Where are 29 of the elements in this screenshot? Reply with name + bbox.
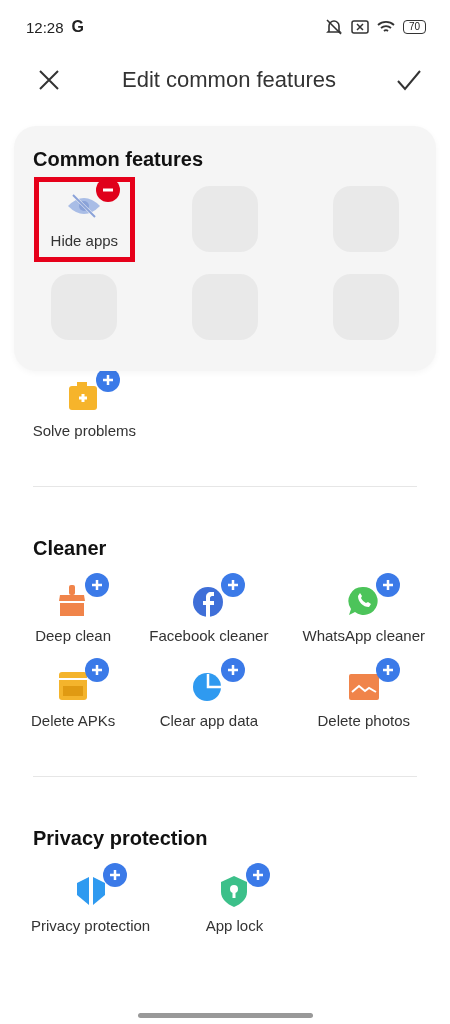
- feature-label: Hide apps: [50, 231, 119, 249]
- add-icon[interactable]: [220, 658, 245, 682]
- feature-label: Facebook cleaner: [149, 627, 269, 644]
- feature-label: Delete APKs: [31, 712, 116, 729]
- muted-bell-icon: [324, 19, 343, 35]
- add-icon[interactable]: [85, 658, 110, 682]
- feature-label: App lock: [205, 917, 264, 934]
- add-icon[interactable]: [220, 573, 245, 597]
- feature-label: Privacy protection: [31, 917, 151, 934]
- add-icon[interactable]: [375, 573, 400, 597]
- status-time: 12:28: [26, 18, 64, 36]
- feature-label: Solve problems: [32, 422, 136, 439]
- battery-indicator: 70: [402, 20, 426, 34]
- feature-label: Delete photos: [317, 712, 411, 729]
- add-icon[interactable]: [375, 658, 400, 682]
- add-icon[interactable]: [102, 863, 127, 887]
- section-title: Cleaner: [32, 537, 108, 560]
- feature-label: Clear app data: [159, 712, 259, 729]
- remove-icon[interactable]: [96, 177, 121, 202]
- section-title: Common features: [32, 148, 205, 171]
- wifi-icon: [376, 20, 395, 34]
- add-icon[interactable]: [246, 863, 271, 887]
- no-sim-icon: [350, 20, 369, 34]
- section-title: Privacy protection: [32, 827, 209, 850]
- feature-label: WhatsApp cleaner: [302, 627, 426, 644]
- add-icon[interactable]: [85, 573, 110, 597]
- page-title: Edit common features: [122, 67, 336, 93]
- carrier-label: G: [71, 18, 84, 36]
- feature-label: Deep clean: [35, 627, 112, 644]
